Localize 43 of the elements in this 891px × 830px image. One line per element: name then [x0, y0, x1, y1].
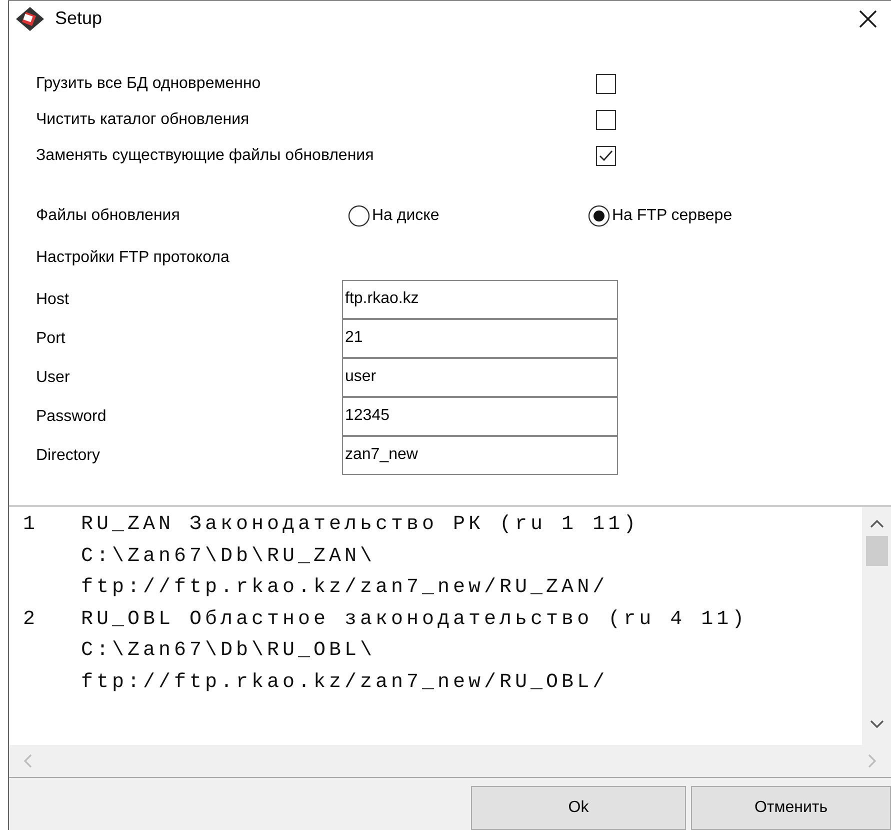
field-label: Directory [36, 446, 102, 466]
input-field[interactable]: ftp.rkao.kz [342, 280, 618, 318]
section-title: Настройки FTP протокола [36, 248, 230, 268]
input-field[interactable]: user [342, 358, 618, 396]
option-label: Чистить каталог обновления [36, 110, 250, 130]
checkbox[interactable] [596, 110, 616, 130]
cancel-button[interactable]: Отменить [691, 786, 891, 830]
checkmark-icon [599, 150, 613, 162]
checkbox[interactable] [596, 74, 616, 94]
input-field[interactable]: 12345 [342, 396, 618, 436]
log-line: RU_ZAN Законодательство РК (ru 1 11) [81, 512, 640, 538]
close-icon [858, 8, 878, 28]
scroll-up-icon [870, 519, 884, 528]
option-label: Грузить все БД одновременно [36, 74, 262, 94]
scroll-left-icon [23, 754, 32, 768]
entry-number: 2 [23, 606, 40, 632]
field-label: Файлы обновления [36, 206, 181, 226]
log-line: ftp://ftp.rkao.kz/zan7_new/RU_OBL/ [81, 670, 608, 696]
app-logo-icon [15, 6, 45, 32]
vertical-scrollbar[interactable] [862, 507, 891, 745]
scroll-right-icon [868, 754, 877, 768]
log-line: ftp://ftp.rkao.kz/zan7_new/RU_ZAN/ [81, 575, 608, 601]
option-label: Заменять существующие файлы обновления [36, 146, 375, 166]
field-label: User [36, 368, 71, 388]
log-line: C:\Zan67\Db\RU_OBL\ [81, 638, 376, 664]
horizontal-scrollbar[interactable] [9, 745, 891, 777]
input-field[interactable]: zan7_new [342, 436, 618, 474]
scroll-down-icon [870, 720, 884, 729]
field-label: Port [36, 328, 66, 348]
input-field[interactable]: 21 [342, 318, 618, 358]
field-label: Host [36, 290, 70, 310]
radio-button[interactable] [588, 205, 610, 227]
log-line: C:\Zan67\Db\RU_ZAN\ [81, 544, 376, 570]
radio-button[interactable] [348, 205, 370, 227]
log-line: RU_OBL Областное законодательство (ru 4 11) [81, 606, 748, 632]
window-title: Setup [55, 7, 102, 30]
scroll-thumb[interactable] [866, 536, 888, 566]
radio-label[interactable]: На FTP сервере [612, 204, 732, 228]
ok-button[interactable]: Ok [471, 786, 686, 830]
field-label: Password [36, 406, 108, 426]
checkbox[interactable] [596, 146, 616, 166]
entry-number: 1 [23, 512, 40, 538]
radio-label[interactable]: На диске [372, 204, 440, 228]
